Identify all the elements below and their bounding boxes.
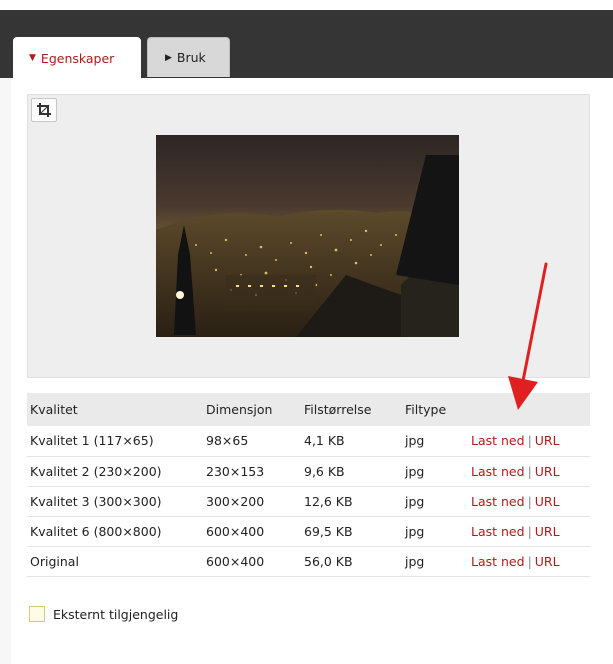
actions-cell: Last ned | URL (468, 456, 590, 487)
quality-link[interactable]: Kvalitet 2 (230×200) (27, 456, 203, 487)
panel-left-edge (0, 78, 11, 664)
external-access-row: Eksternt tilgjengelig (29, 606, 178, 622)
table-row: Kvalitet 2 (230×200) 230×153 9,6 KB jpg … (27, 456, 590, 487)
type-cell: jpg (402, 516, 468, 547)
crop-icon (37, 103, 51, 117)
url-link[interactable]: URL (535, 494, 560, 509)
link-separator: | (527, 523, 532, 539)
external-access-label: Eksternt tilgjengelig (53, 606, 179, 622)
quality-table: Kvalitet Dimensjon Filstørrelse Filtype … (27, 393, 590, 577)
tab-label: Bruk (176, 50, 206, 65)
table-row: Original 600×400 56,0 KB jpg Last ned | UR… (27, 546, 590, 577)
url-link[interactable]: URL (535, 464, 560, 479)
tab-egenskaper[interactable]: ▼ Egenskaper (13, 37, 141, 79)
crop-button[interactable] (31, 98, 57, 122)
header-dimensjon: Dimensjon (203, 393, 301, 426)
external-access-checkbox[interactable] (29, 606, 45, 622)
tab-label: Egenskaper (40, 50, 115, 66)
expand-down-icon: ▼ (29, 53, 36, 63)
dimension-cell: 98×65 (203, 426, 301, 457)
actions-cell: Last ned | URL (468, 546, 590, 577)
dimension-cell: 300×200 (203, 486, 301, 517)
actions-cell: Last ned | URL (468, 486, 590, 517)
quality-link[interactable]: Original (27, 546, 203, 577)
expand-right-icon: ▶ (165, 52, 172, 63)
table-row: Kvalitet 3 (300×300) 300×200 12,6 KB jpg… (27, 486, 590, 517)
download-link[interactable]: Last ned (471, 554, 525, 569)
type-cell: jpg (402, 456, 468, 487)
dimension-cell: 600×400 (203, 516, 301, 547)
url-link[interactable]: URL (535, 433, 560, 448)
header-filtype: Filtype (402, 393, 468, 426)
url-link[interactable]: URL (535, 524, 560, 539)
type-cell: jpg (402, 426, 468, 457)
size-cell: 56,0 KB (301, 546, 402, 577)
type-cell: jpg (402, 486, 468, 517)
download-link[interactable]: Last ned (471, 433, 525, 448)
dimension-cell: 600×400 (203, 546, 301, 577)
dimension-cell: 230×153 (203, 456, 301, 487)
link-separator: | (527, 493, 532, 509)
size-cell: 69,5 KB (301, 516, 402, 547)
quality-link[interactable]: Kvalitet 1 (117×65) (27, 426, 203, 457)
annotation-arrow-icon (508, 262, 548, 410)
actions-cell: Last ned | URL (468, 516, 590, 547)
image-thumbnail (156, 135, 459, 337)
tab-bruk[interactable]: ▶ Bruk (147, 37, 230, 77)
type-cell: jpg (402, 546, 468, 577)
url-link[interactable]: URL (535, 554, 560, 569)
size-cell: 12,6 KB (301, 486, 402, 517)
download-link[interactable]: Last ned (471, 494, 525, 509)
table-row: Kvalitet 1 (117×65) 98×65 4,1 KB jpg Las… (27, 426, 590, 457)
table-row: Kvalitet 6 (800×800) 600×400 69,5 KB jpg… (27, 516, 590, 547)
size-cell: 9,6 KB (301, 456, 402, 487)
link-separator: | (527, 463, 532, 479)
actions-cell: Last ned | URL (468, 426, 590, 457)
top-strip (0, 0, 613, 10)
header-filstorrelse: Filstørrelse (301, 393, 402, 426)
header-kvalitet: Kvalitet (27, 393, 203, 426)
download-link[interactable]: Last ned (471, 524, 525, 539)
size-cell: 4,1 KB (301, 426, 402, 457)
link-separator: | (527, 553, 532, 569)
download-link[interactable]: Last ned (471, 464, 525, 479)
quality-link[interactable]: Kvalitet 3 (300×300) (27, 486, 203, 517)
quality-link[interactable]: Kvalitet 6 (800×800) (27, 516, 203, 547)
link-separator: | (527, 433, 532, 449)
